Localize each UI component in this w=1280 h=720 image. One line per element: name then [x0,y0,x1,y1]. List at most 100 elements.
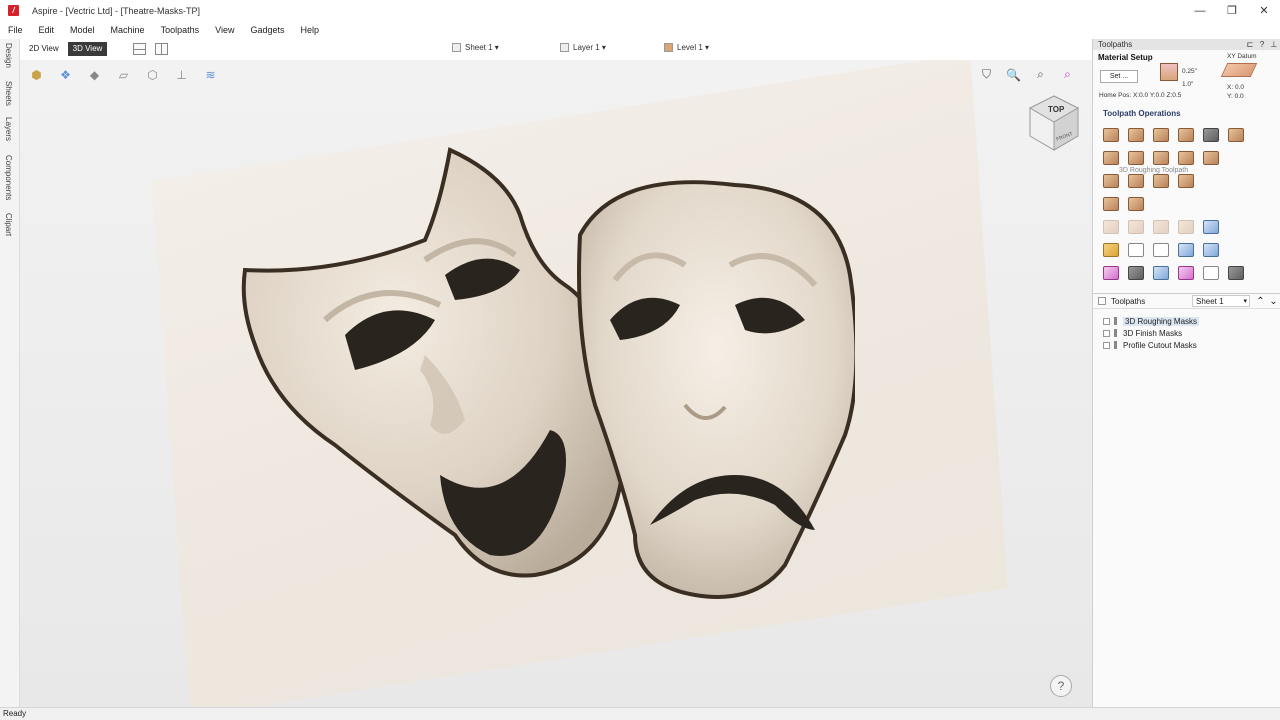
move-down-icon[interactable]: ⌄ [1267,296,1280,307]
menu-file[interactable]: File [0,25,31,35]
xy-datum-label: XY Datum [1227,53,1257,60]
zoom-selected-icon[interactable]: ⌕ [1059,66,1076,83]
level-icon [664,43,673,52]
quick-engrave-icon[interactable] [1178,127,1194,142]
toolpath-status-icon [1114,341,1117,349]
level-dropdown[interactable]: Level 1 ▾ [664,43,709,52]
2d-view-tab[interactable]: 2D View [24,42,64,56]
shaded-view-icon[interactable]: ◆ [86,66,103,83]
menu-view[interactable]: View [207,25,242,35]
zoom-window-icon[interactable]: 🔍 [1005,66,1022,83]
vcarve-toolpath-icon[interactable] [1103,150,1119,165]
tab-design[interactable]: Design [4,43,13,68]
3d-roughing-toolpath-icon[interactable] [1103,196,1119,211]
toolpath-template-icon[interactable] [1203,242,1219,257]
preview-toolpaths-icon[interactable] [1203,219,1219,234]
merge-toolpaths-icon[interactable] [1103,219,1119,234]
fluting-texture-icon[interactable] [1128,173,1144,188]
fluting-toolpath-icon[interactable] [1228,127,1244,142]
sheet-dropdown[interactable]: Sheet 1 ▾ [452,43,499,52]
toolpath-pattern-icon[interactable] [1178,265,1194,280]
3d-finish-toolpath-icon[interactable] [1128,196,1144,211]
tool-icon[interactable]: ⊥ [173,66,190,83]
toolpath-checkbox[interactable] [1103,329,1110,337]
prism-toolpath-icon[interactable] [1153,150,1169,165]
layer-dropdown[interactable]: Layer 1 ▾ [560,43,606,52]
title-bar: / Aspire - [Vectric Ltd] - [Theatre-Mask… [0,0,1280,21]
edit-toolpath-icon[interactable] [1128,219,1144,234]
roughing-toolpath-icon[interactable] [1153,173,1169,188]
toolpath-name: 3D Finish Masks [1123,328,1183,338]
xy-y-value: Y: 0.0 [1227,93,1244,100]
inlay-toolpath-icon[interactable] [1128,150,1144,165]
split-vertical-icon[interactable] [155,43,169,55]
restore-button[interactable]: ❐ [1216,0,1248,21]
list-item[interactable]: Profile Cutout Masks [1103,339,1199,351]
menu-edit[interactable]: Edit [31,25,63,35]
tab-components[interactable]: Components [4,155,13,200]
save-toolpath-icon[interactable] [1228,265,1244,280]
xy-datum-icon[interactable] [1220,63,1258,77]
3d-viewport[interactable]: ✳ ⧉ □ ⬢ ❖ ◆ ▱ ⬡ ⊥ ≋ ⛉ 🔍 ⌕ ⌕ [20,60,1092,707]
finish-toolpath-icon[interactable] [1178,173,1194,188]
3d-view-tab[interactable]: 3D View [67,42,108,56]
list-item[interactable]: 3D Finish Masks [1103,327,1199,339]
vector-plane-icon[interactable]: ▱ [115,66,132,83]
menu-help[interactable]: Help [293,25,328,35]
chevron-down-icon: ▾ [702,43,710,52]
close-button[interactable]: ✕ [1248,0,1280,21]
toolpath-checkbox[interactable] [1103,317,1110,325]
delete-toolpath-icon[interactable] [1178,219,1194,234]
material-set-button[interactable]: Set ... [1100,70,1138,83]
nest-parts-icon[interactable] [1153,265,1169,280]
pocket-toolpath-icon[interactable] [1128,127,1144,142]
toolpath-grid-icon[interactable] [1178,242,1194,257]
menu-gadgets[interactable]: Gadgets [242,25,292,35]
toolpath-checkbox[interactable] [1103,341,1110,349]
navcube-icon[interactable] [1028,94,1080,152]
view-tools: ⬢ ❖ ◆ ▱ ⬡ ⊥ ≋ [28,66,231,83]
zoom-tools: ⛉ 🔍 ⌕ ⌕ [978,66,1086,83]
moulding-toolpath-icon[interactable] [1178,150,1194,165]
toolpath-name: Profile Cutout Masks [1123,340,1197,350]
help-button[interactable]: ? [1050,675,1072,697]
toolpaths-all-checkbox[interactable] [1098,297,1106,305]
view-navigation-cube[interactable]: TOP FRONT [1028,94,1080,152]
area-clearance-icon[interactable] [1203,127,1219,142]
material-block-icon[interactable]: ⬢ [28,66,45,83]
texture-toolpath-icon[interactable] [1103,173,1119,188]
layer-dropdown-label: Layer 1 [573,43,600,52]
menu-model[interactable]: Model [62,25,103,35]
components-icon[interactable]: ❖ [57,66,74,83]
tab-sheets[interactable]: Sheets [4,81,13,106]
profile-toolpath-icon[interactable] [1103,127,1119,142]
shield-view-icon[interactable]: ⛉ [978,66,995,83]
toolpath-lines-icon[interactable]: ≋ [202,66,219,83]
reset-preview-icon[interactable] [1128,265,1144,280]
zoom-all-icon[interactable]: ⌕ [1032,66,1049,83]
setup-sheet-icon[interactable] [1203,265,1219,280]
aspire-logo-icon: / [8,5,19,16]
tab-clipart[interactable]: Clipart [4,213,13,236]
menu-machine[interactable]: Machine [103,25,153,35]
minimize-button[interactable]: — [1184,0,1216,21]
toolpath-summary-icon[interactable] [1153,219,1169,234]
chamfer-toolpath-icon[interactable] [1203,150,1219,165]
split-horizontal-icon[interactable] [133,43,147,55]
move-up-icon[interactable]: ⌃ [1254,296,1267,307]
open-toolpath-icon[interactable] [1103,242,1119,257]
drilling-toolpath-icon[interactable] [1153,127,1169,142]
toolpath-preview-icon[interactable]: ⬡ [144,66,161,83]
toolpaths-sheet-select[interactable]: Sheet 1 [1192,295,1250,307]
toolpaths-list: 3D Roughing Masks 3D Finish Masks Profil… [1103,315,1200,351]
panel-help-icon[interactable]: ? [1256,39,1268,50]
toolpath-list-icon[interactable] [1128,242,1144,257]
toolpath-tree-icon[interactable] [1153,242,1169,257]
panel-pin-icon[interactable]: ⊥ [1268,39,1280,50]
simulate-toolpath-icon[interactable] [1103,265,1119,280]
comedy-mask [241,147,626,578]
tab-layers[interactable]: Layers [4,117,13,141]
panel-dock-icon[interactable]: ⊏ [1244,39,1256,50]
menu-toolpaths[interactable]: Toolpaths [153,25,208,35]
list-item[interactable]: 3D Roughing Masks [1103,315,1200,327]
